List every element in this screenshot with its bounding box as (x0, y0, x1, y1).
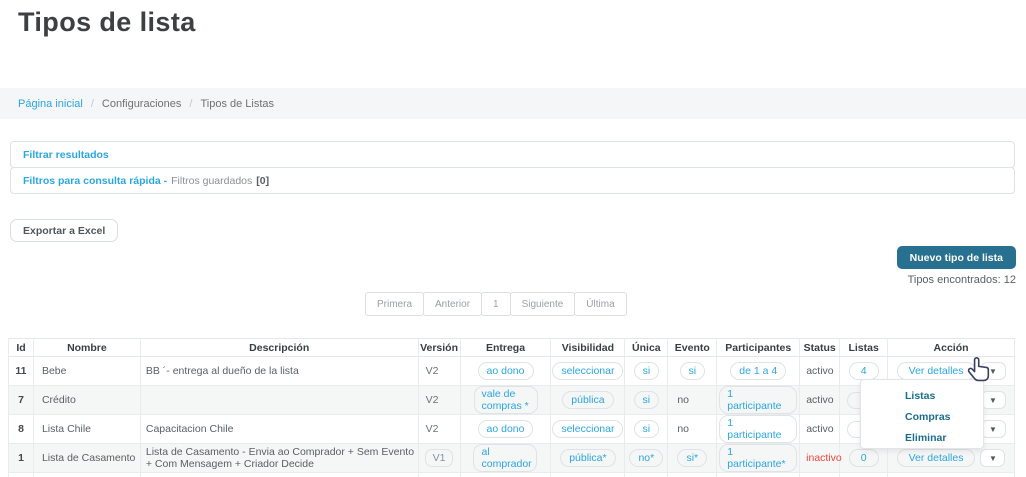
visibilidad-button[interactable]: seleccionar (552, 420, 623, 438)
chevron-down-icon: ▼ (989, 425, 997, 434)
new-list-type-button[interactable]: Nuevo tipo de lista (897, 246, 1016, 269)
row-descripcion: Lista de Casamento - Envia ao Comprador … (141, 444, 419, 472)
pagination-prev-button[interactable]: Anterior (423, 292, 482, 316)
unica-button[interactable]: si (634, 420, 660, 438)
pagination-first-button[interactable]: Primera (365, 292, 424, 316)
breadcrumb-current: Tipos de Listas (200, 98, 274, 110)
evento-label: no (668, 386, 717, 414)
participantes-button[interactable]: 1 participante (719, 415, 797, 443)
entrega-button[interactable]: al comprador (473, 444, 537, 472)
saved-filters-label: Filtros guardados (171, 175, 252, 187)
entrega-button[interactable]: vale de compras * (474, 386, 538, 414)
col-header-unica: Única (625, 339, 668, 356)
pagination-page-1-button[interactable]: 1 (481, 292, 511, 316)
unica-button[interactable]: no* (629, 449, 663, 467)
col-header-nombre: Nombre (34, 339, 141, 356)
col-header-accion: Acción (888, 339, 1015, 356)
row-id (9, 473, 34, 477)
row-version: V2 (419, 386, 461, 414)
breadcrumb-separator: / (91, 98, 94, 110)
listas-count-button[interactable]: 0 (849, 449, 879, 467)
breadcrumb-configuraciones: Configuraciones (102, 98, 182, 110)
visibilidad-button[interactable]: seleccionar (552, 362, 623, 380)
participantes-button[interactable]: 1 participante (719, 386, 797, 414)
row-descripcion (141, 386, 419, 414)
entrega-button[interactable]: ao dono (478, 362, 534, 380)
ver-detalles-button[interactable]: Ver detalles (897, 362, 976, 380)
col-header-listas: Listas (840, 339, 888, 356)
breadcrumb: Página inicial / Configuraciones / Tipos… (0, 88, 1026, 119)
col-header-evento: Evento (668, 339, 717, 356)
row-version: V2 (419, 357, 461, 385)
status-label: inactivo (800, 444, 840, 472)
row-id: 11 (9, 357, 34, 385)
status-label: activo (800, 386, 840, 414)
evento-button[interactable]: si (680, 362, 706, 380)
row-descripcion (141, 473, 419, 477)
row-nombre: Lista de Casamento (34, 444, 141, 472)
status-label: activo (800, 357, 840, 385)
col-header-id: Id (9, 339, 34, 356)
evento-button[interactable]: si* (677, 449, 707, 467)
menu-item-compras[interactable]: Compras (861, 406, 983, 427)
col-header-version: Versión (419, 339, 461, 356)
quick-filter-expander[interactable]: Filtros para consulta rápida - Filtros g… (10, 167, 1015, 194)
cursor-pointer-icon (966, 356, 994, 386)
pagination-next-button[interactable]: Siguiente (510, 292, 576, 316)
pagination-last-button[interactable]: Última (574, 292, 626, 316)
page-title: Tipos de lista (18, 7, 196, 38)
chevron-down-icon: ▼ (989, 396, 997, 405)
row-id: 8 (9, 415, 34, 443)
row-nombre: Lista Chile (34, 415, 141, 443)
breadcrumb-home-link[interactable]: Página inicial (18, 98, 83, 110)
row-actions-dropdown-button[interactable]: ▼ (981, 420, 1006, 438)
visibilidad-button[interactable]: pública (562, 391, 613, 409)
row-actions-dropdown-button[interactable]: ▼ (981, 391, 1006, 409)
evento-label (668, 473, 717, 477)
row-nombre: Crédito (34, 386, 141, 414)
unica-button[interactable]: si (634, 391, 660, 409)
col-header-descripcion: Descripción (141, 339, 419, 356)
export-excel-button[interactable]: Exportar a Excel (10, 219, 118, 242)
row-descripcion: BB ´- entrega al dueño de la lista (141, 357, 419, 385)
row-id: 7 (9, 386, 34, 414)
row-actions-dropdown-button[interactable]: ▼ (980, 449, 1005, 467)
status-label: activo (800, 415, 840, 443)
row-descripcion: Capacitacion Chile (141, 415, 419, 443)
filter-results-expander[interactable]: Filtrar resultados (10, 141, 1015, 168)
menu-item-listas[interactable]: Listas (861, 385, 983, 406)
row-nombre (34, 473, 141, 477)
listas-count-button[interactable]: 4 (849, 362, 879, 380)
col-header-status: Status (800, 339, 840, 356)
version-badge: V1 (425, 449, 454, 467)
col-header-participantes: Participantes (717, 339, 800, 356)
col-header-visibilidad: Visibilidad (551, 339, 625, 356)
filter-results-label: Filtrar resultados (23, 149, 109, 161)
breadcrumb-separator: / (189, 98, 192, 110)
row-actions-menu: Listas Compras Eliminar (860, 379, 984, 449)
types-found-count: Tipos encontrados: 12 (908, 274, 1016, 286)
participantes-button[interactable]: de 1 a 4 (730, 362, 786, 380)
unica-button[interactable]: si (634, 362, 660, 380)
chevron-down-icon: ▼ (989, 454, 997, 463)
entrega-button[interactable]: ao dono (478, 420, 534, 438)
visibilidad-button[interactable]: pública* (560, 449, 615, 467)
pagination: Primera Anterior 1 Siguiente Última (365, 292, 627, 316)
quick-filter-label: Filtros para consulta rápida - (23, 175, 167, 187)
table-row-partial: ▼ (9, 473, 1015, 477)
ver-detalles-button[interactable]: Ver detalles (897, 449, 976, 467)
row-id: 1 (9, 444, 34, 472)
row-version: V2 (419, 415, 461, 443)
evento-label: no (668, 415, 717, 443)
table-header-row: Id Nombre Descripción Versión Entrega Vi… (9, 339, 1015, 357)
saved-filters-count: [0] (256, 175, 269, 187)
menu-item-eliminar[interactable]: Eliminar (861, 427, 983, 448)
row-version (419, 473, 461, 477)
col-header-entrega: Entrega (461, 339, 552, 356)
participantes-button[interactable]: 1 participante* (719, 444, 797, 472)
row-nombre: Bebe (34, 357, 141, 385)
status-label (800, 473, 840, 477)
